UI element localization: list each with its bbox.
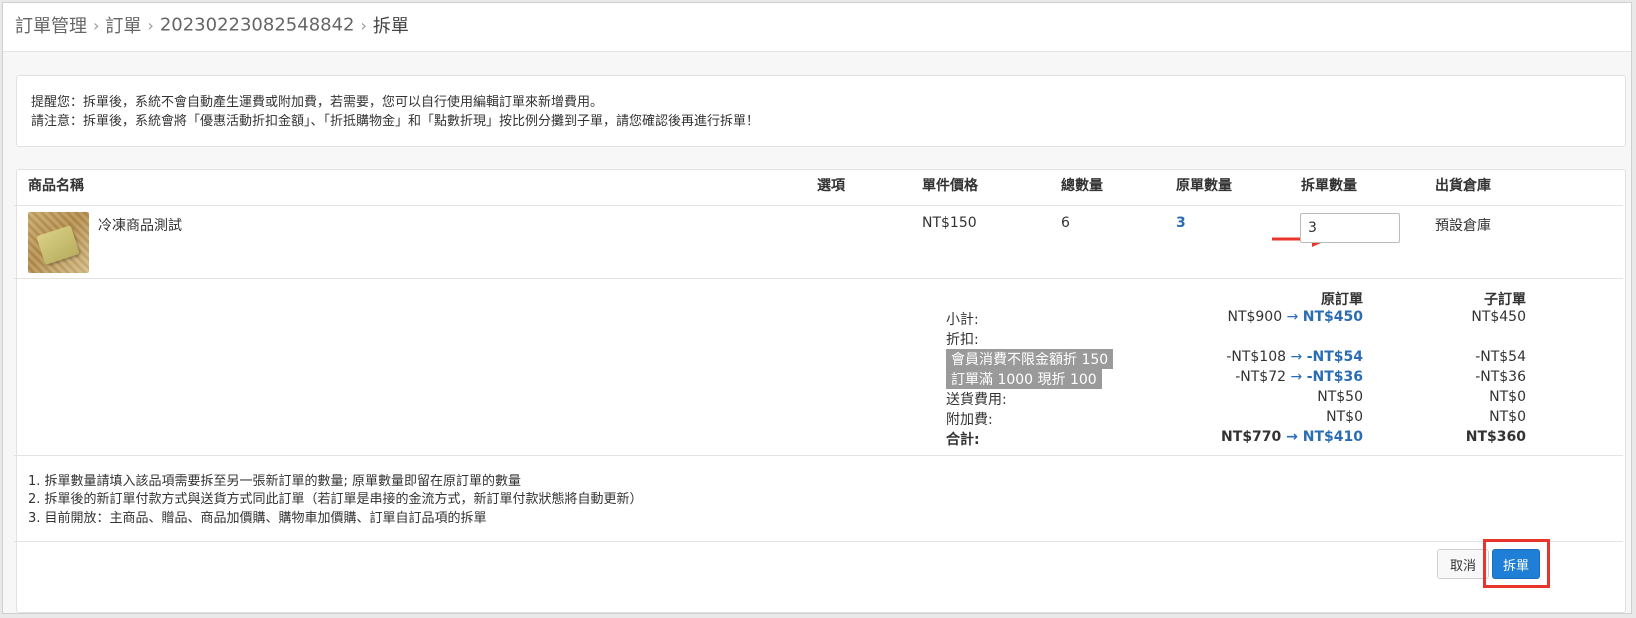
chevron-right-icon: › bbox=[147, 15, 154, 35]
header-warehouse: 出貨倉庫 bbox=[1435, 178, 1491, 194]
discount-1-child: -NT$54 bbox=[1475, 349, 1526, 365]
chevron-right-icon: › bbox=[360, 15, 367, 35]
product-thumbnail[interactable] bbox=[28, 212, 89, 273]
discount-2-child: -NT$36 bbox=[1475, 369, 1526, 385]
subtotal-label: 小計: bbox=[946, 312, 979, 328]
discount-label: 折扣: bbox=[946, 332, 979, 348]
discount-2-label: 訂單滿 1000 現折 100 bbox=[946, 369, 1102, 389]
shipping-original: NT$50 bbox=[1317, 389, 1363, 405]
shipping-child: NT$0 bbox=[1489, 389, 1526, 405]
breadcrumb-item-order-management[interactable]: 訂單管理 bbox=[15, 16, 87, 37]
subtotal-original: NT$900 → NT$450 bbox=[1227, 309, 1363, 325]
top-bar: 訂單管理 › 訂單 › 20230223082548842 › 拆單 bbox=[3, 3, 1631, 52]
discount-1-label: 會員消費不限金額折 150 bbox=[946, 349, 1114, 369]
product-name[interactable]: 冷凍商品測試 bbox=[98, 215, 182, 235]
divider bbox=[14, 205, 1623, 206]
note-2: 2. 拆單後的新訂單付款方式與送貨方式同此訂單（若訂單是串接的金流方式，新訂單付… bbox=[28, 492, 643, 507]
note-3: 3. 目前開放：主商品、贈品、商品加價購、購物車加價購、訂單自訂品項的拆單 bbox=[28, 511, 487, 526]
total-original: NT$770 → NT$410 bbox=[1221, 429, 1363, 445]
header-split-qty: 拆單數量 bbox=[1301, 178, 1357, 194]
total-qty: 6 bbox=[1061, 215, 1070, 231]
header-unit-price: 單件價格 bbox=[922, 178, 978, 194]
notice-panel: 提醒您：拆單後，系統不會自動產生運費或附加費，若需要，您可以自行使用編輯訂單來新… bbox=[16, 75, 1626, 147]
breadcrumb-item-current: 拆單 bbox=[372, 16, 409, 37]
orig-qty: 3 bbox=[1176, 215, 1186, 231]
extra-fee-original: NT$0 bbox=[1326, 409, 1363, 425]
subtotal-child: NT$450 bbox=[1471, 309, 1526, 325]
notice-line-2: 請注意：拆單後，系統會將「優惠活動折扣金額」、「折抵購物金」和「點數折現」按比例… bbox=[31, 114, 760, 129]
extra-fee-child: NT$0 bbox=[1489, 409, 1526, 425]
total-label: 合計: bbox=[946, 432, 980, 448]
note-1: 1. 拆單數量請填入該品項需要拆至另一張新訂單的數量; 原單數量即留在原訂單的數… bbox=[28, 474, 522, 489]
header-total-qty: 總數量 bbox=[1061, 178, 1103, 194]
summary-header-original: 原訂單 bbox=[1321, 292, 1363, 308]
header-option: 選項 bbox=[817, 178, 845, 194]
cancel-button[interactable]: 取消 bbox=[1437, 549, 1489, 579]
shipping-label: 送貨費用: bbox=[946, 392, 1007, 408]
divider bbox=[14, 541, 1623, 542]
divider bbox=[14, 455, 1623, 456]
breadcrumb-item-orders[interactable]: 訂單 bbox=[105, 16, 141, 37]
warehouse: 預設倉庫 bbox=[1435, 218, 1491, 234]
header-product-name: 商品名稱 bbox=[28, 178, 84, 194]
annotation-highlight-box bbox=[1483, 539, 1550, 588]
summary-header-child: 子訂單 bbox=[1484, 292, 1526, 308]
discount-2-original: -NT$72 → -NT$36 bbox=[1235, 369, 1363, 385]
header-orig-qty: 原單數量 bbox=[1176, 178, 1232, 194]
unit-price: NT$150 bbox=[922, 215, 977, 231]
discount-1-original: -NT$108 → -NT$54 bbox=[1226, 349, 1363, 365]
divider bbox=[14, 278, 1623, 279]
extra-fee-label: 附加費: bbox=[946, 412, 993, 428]
chevron-right-icon: › bbox=[93, 15, 100, 35]
breadcrumb: 訂單管理 › 訂單 › 20230223082548842 › 拆單 bbox=[15, 12, 409, 38]
notice-line-1: 提醒您：拆單後，系統不會自動產生運費或附加費，若需要，您可以自行使用編輯訂單來新… bbox=[31, 95, 604, 110]
breadcrumb-item-order-number[interactable]: 20230223082548842 bbox=[160, 15, 355, 36]
total-child: NT$360 bbox=[1465, 429, 1526, 445]
split-qty-input[interactable] bbox=[1300, 213, 1400, 243]
